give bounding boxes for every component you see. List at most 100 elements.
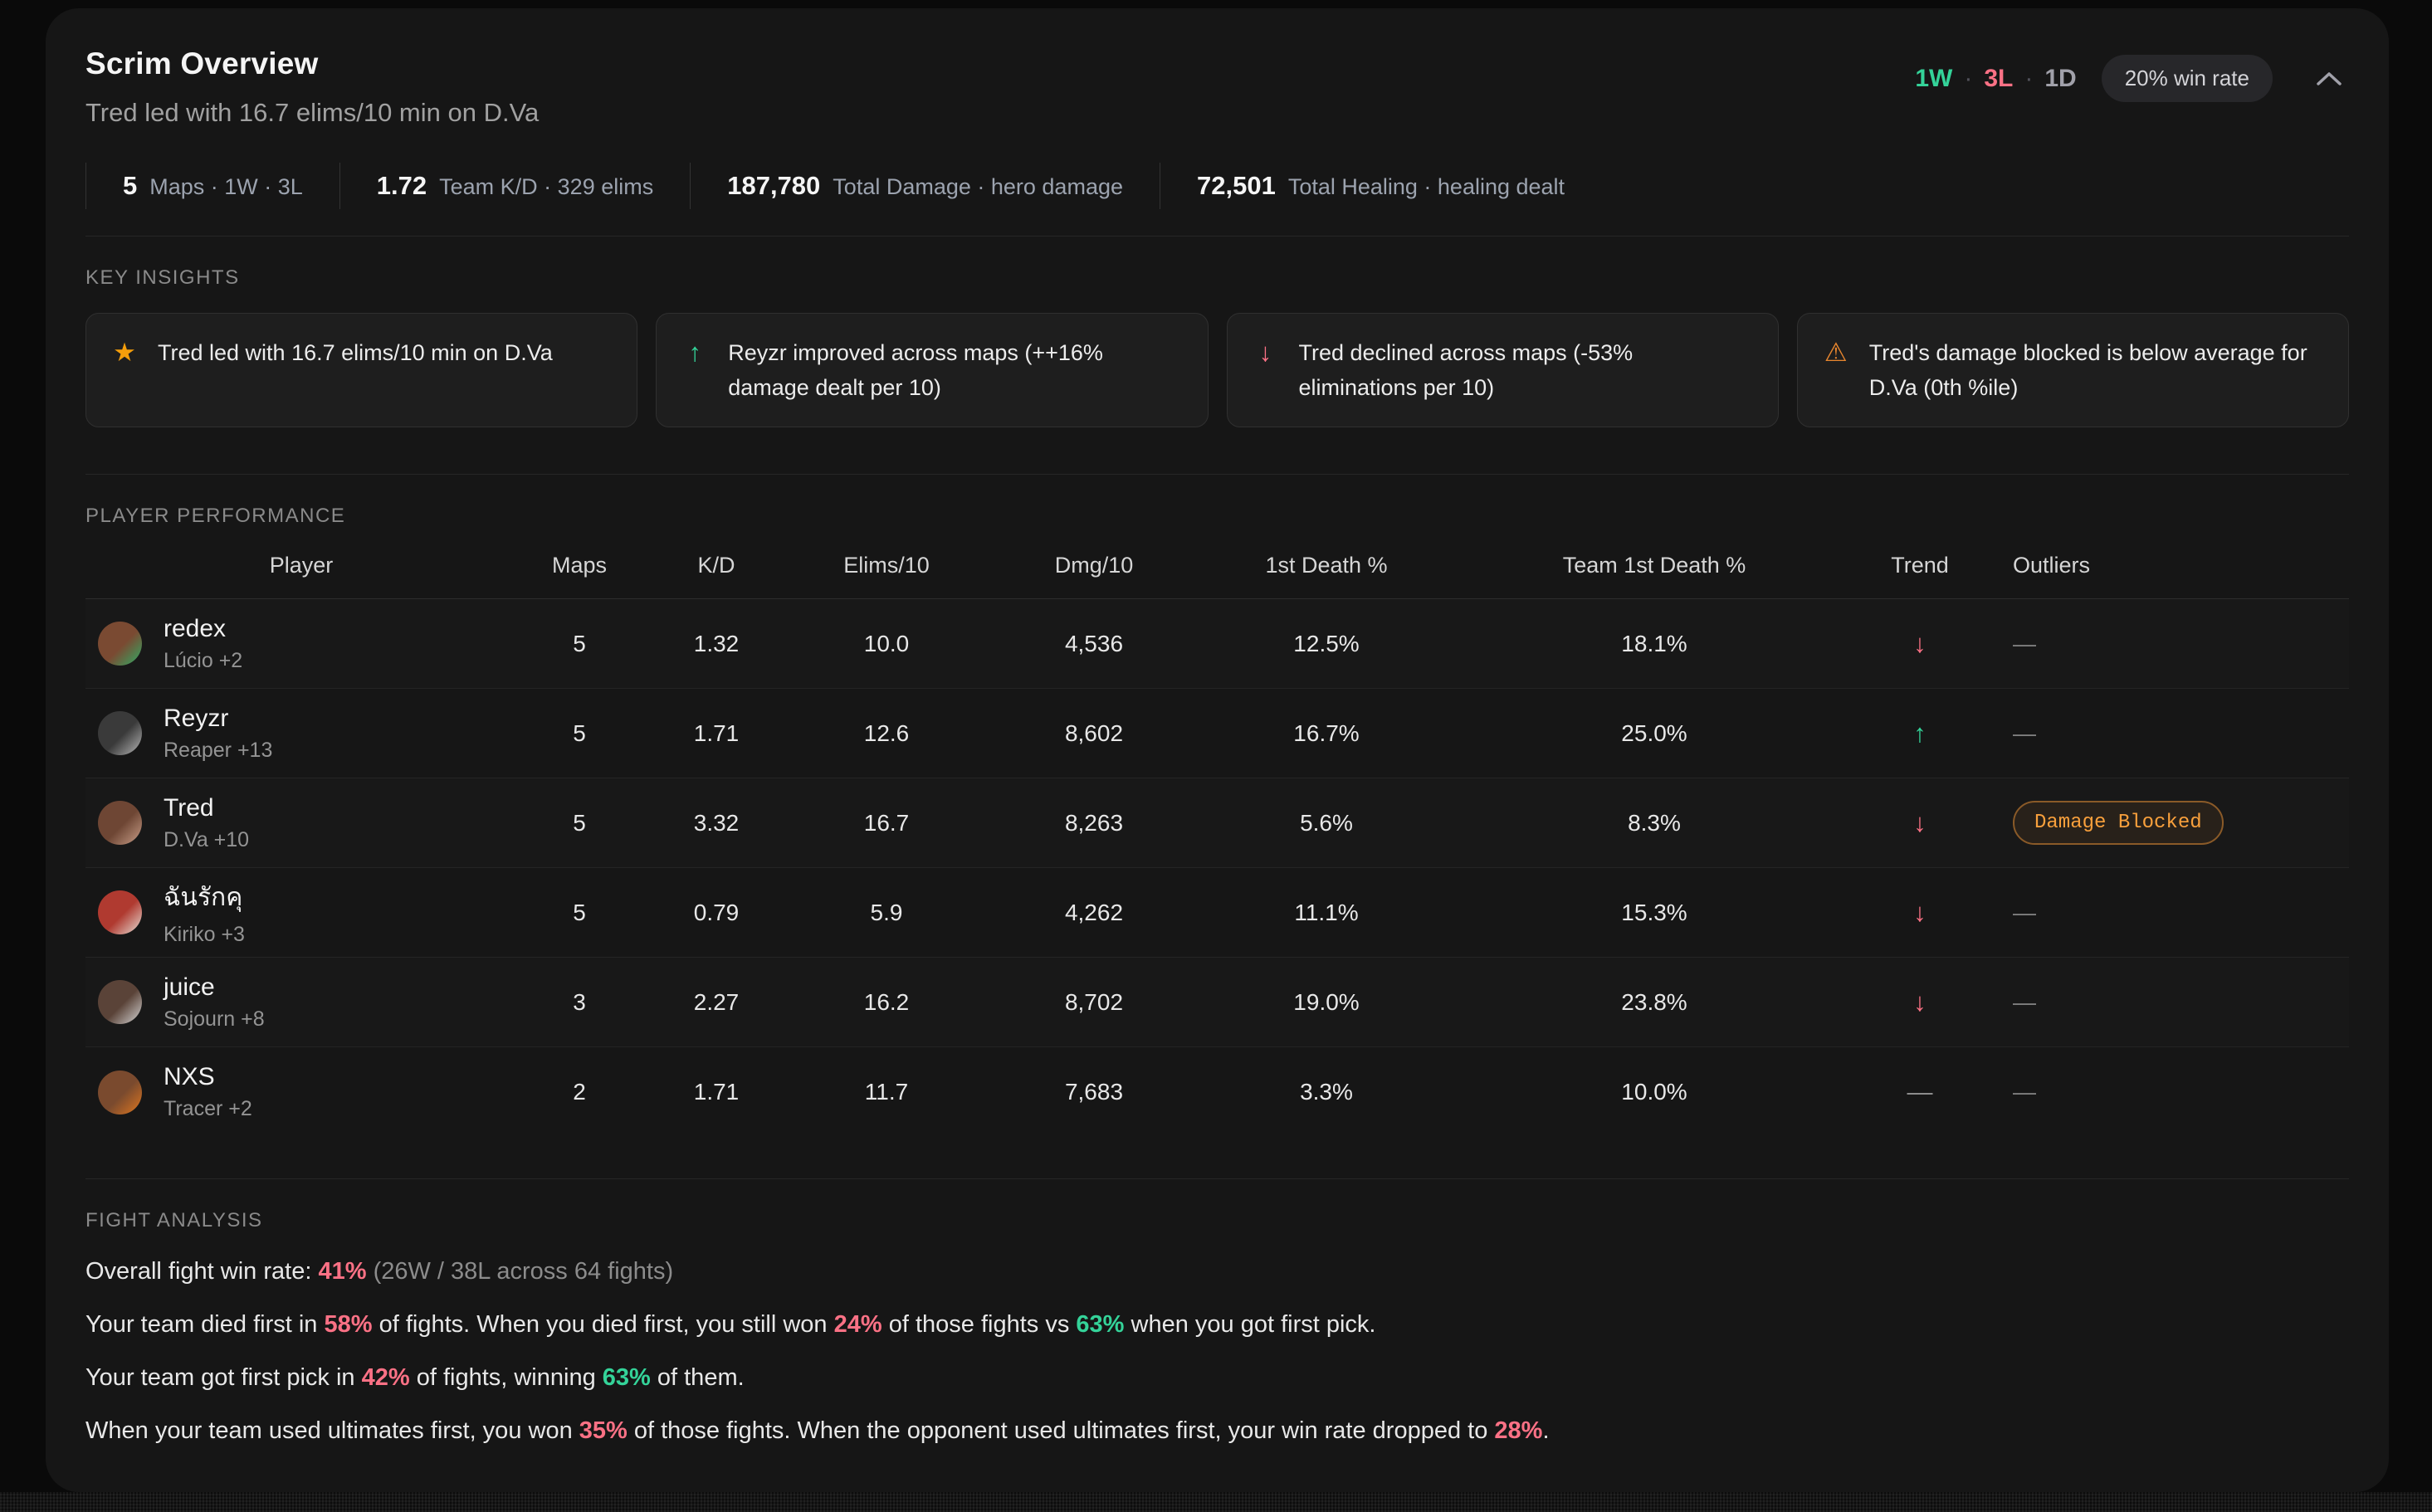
trend-arrow-icon: ↓ (1862, 808, 1978, 838)
key-insights-label: KEY INSIGHTS (85, 266, 2349, 290)
column-header: Elims/10 (791, 553, 982, 578)
stat-value: 5 (123, 171, 137, 201)
player-identity: ฉันรักคุ Kiriko +3 (164, 878, 245, 947)
player-identity: redex Lúcio +2 (164, 615, 242, 673)
dmg10-cell: 8,602 (982, 720, 1206, 747)
column-header: Team 1st Death % (1447, 553, 1862, 578)
first-death-cell: 16.7% (1206, 720, 1447, 747)
text-segment: of fights, winning (410, 1364, 603, 1391)
elims10-cell: 12.6 (791, 720, 982, 747)
bottom-texture-band (0, 1492, 2432, 1512)
column-header: Trend (1862, 553, 1978, 578)
text-segment: (26W / 38L across 64 fights) (374, 1258, 674, 1285)
empty-outlier-dash: — (2013, 631, 2036, 657)
scrim-overview-card: Scrim Overview Tred led with 16.7 elims/… (46, 8, 2389, 1492)
player-heroes: Reaper +13 (164, 739, 272, 763)
text-segment: . (1542, 1417, 1549, 1444)
text-segment: 58% (324, 1311, 372, 1338)
section-divider (85, 236, 2349, 237)
maps-cell: 3 (517, 989, 642, 1016)
stat-label: Total Damage · hero damage (833, 174, 1123, 200)
fight-analysis-label: FIGHT ANALYSIS (85, 1209, 2349, 1232)
trend-arrow-icon: — (1862, 1077, 1978, 1107)
text-segment: 41% (318, 1258, 366, 1285)
table-row[interactable]: redex Lúcio +2 5 1.32 10.0 4,536 12.5% 1… (85, 599, 2349, 689)
player-name: Tred (164, 794, 249, 822)
fight-analysis-lines: Overall fight win rate: 41% (26W / 38L a… (85, 1259, 2349, 1445)
table-row[interactable]: ฉันรักคุ Kiriko +3 5 0.79 5.9 4,262 11.1… (85, 868, 2349, 958)
empty-outlier-dash: — (2013, 720, 2036, 747)
dmg10-cell: 4,536 (982, 631, 1206, 657)
player-cell: ฉันรักคุ Kiriko +3 (85, 878, 517, 947)
trend-arrow-icon: ↓ (1862, 898, 1978, 928)
player-identity: Tred D.Va +10 (164, 794, 249, 852)
summary-stat: 187,780 Total Damage · hero damage (690, 171, 1160, 201)
elims10-cell: 5.9 (791, 900, 982, 926)
table-row[interactable]: Reyzr Reaper +13 5 1.71 12.6 8,602 16.7%… (85, 689, 2349, 778)
dmg10-cell: 4,262 (982, 900, 1206, 926)
elims10-cell: 16.7 (791, 810, 982, 836)
avatar (98, 1071, 142, 1114)
stat-label: Total Healing · healing dealt (1288, 174, 1565, 200)
arrow-up-icon: ↑ (680, 335, 710, 370)
text-segment: 35% (579, 1417, 628, 1444)
stat-label: Maps · 1W · 3L (149, 174, 303, 200)
first-death-cell: 3.3% (1206, 1079, 1447, 1105)
insight-card: ↓ Tred declined across maps (-53% elimin… (1227, 313, 1779, 427)
avatar (98, 711, 142, 755)
trend-arrow-icon: ↑ (1862, 719, 1978, 749)
trend-arrow-icon: ↓ (1862, 988, 1978, 1017)
first-death-cell: 19.0% (1206, 989, 1447, 1016)
kd-cell: 1.71 (642, 720, 791, 747)
key-insights-cards: ★ Tred led with 16.7 elims/10 min on D.V… (85, 313, 2349, 427)
player-performance-table: PlayerMapsK/DElims/10Dmg/101st Death %Te… (85, 553, 2349, 1137)
warning-icon: ⚠ (1821, 335, 1851, 370)
header-right: 1W · 3L · 1D 20% win rate (1915, 55, 2349, 102)
elims10-cell: 16.2 (791, 989, 982, 1016)
maps-cell: 5 (517, 900, 642, 926)
player-heroes: D.Va +10 (164, 828, 249, 852)
player-name: redex (164, 615, 242, 643)
table-row[interactable]: juice Sojourn +8 3 2.27 16.2 8,702 19.0%… (85, 958, 2349, 1047)
column-header: 1st Death % (1206, 553, 1447, 578)
player-cell: juice Sojourn +8 (85, 973, 517, 1032)
column-header: Player (85, 553, 517, 578)
record-separator: · (2024, 65, 2033, 93)
match-record: 1W · 3L · 1D (1915, 65, 2076, 93)
column-header: Dmg/10 (982, 553, 1206, 578)
text-segment: Overall fight win rate: (85, 1258, 318, 1285)
record-losses: 3L (1984, 65, 2013, 93)
first-death-cell: 12.5% (1206, 631, 1447, 657)
stat-value: 187,780 (727, 171, 820, 201)
team-first-death-cell: 25.0% (1447, 720, 1862, 747)
avatar (98, 801, 142, 845)
kd-cell: 0.79 (642, 900, 791, 926)
kd-cell: 1.32 (642, 631, 791, 657)
insight-text: Tred's damage blocked is below average f… (1869, 335, 2325, 405)
avatar (98, 980, 142, 1024)
kd-cell: 3.32 (642, 810, 791, 836)
maps-cell: 5 (517, 810, 642, 836)
player-heroes: Kiriko +3 (164, 923, 245, 947)
elims10-cell: 10.0 (791, 631, 982, 657)
win-rate-badge: 20% win rate (2102, 55, 2273, 102)
table-header-row: PlayerMapsK/DElims/10Dmg/101st Death %Te… (85, 553, 2349, 599)
outlier-cell: — (1978, 989, 2349, 1016)
summary-stats-row: 5 Maps · 1W · 3L 1.72 Team K/D · 329 eli… (85, 171, 2349, 201)
table-row[interactable]: NXS Tracer +2 2 1.71 11.7 7,683 3.3% 10.… (85, 1047, 2349, 1137)
team-first-death-cell: 15.3% (1447, 900, 1862, 926)
avatar (98, 622, 142, 666)
text-segment: when you got first pick. (1124, 1311, 1375, 1338)
team-first-death-cell: 10.0% (1447, 1079, 1862, 1105)
column-header: Maps (517, 553, 642, 578)
outlier-cell: — (1978, 631, 2349, 657)
record-draws: 1D (2044, 65, 2076, 93)
text-segment (367, 1258, 374, 1285)
collapse-button[interactable] (2309, 64, 2349, 94)
header-left: Scrim Overview Tred led with 16.7 elims/… (85, 46, 539, 128)
table-row[interactable]: Tred D.Va +10 5 3.32 16.7 8,263 5.6% 8.3… (85, 778, 2349, 868)
summary-stat: 72,501 Total Healing · healing dealt (1160, 171, 1601, 201)
player-identity: juice Sojourn +8 (164, 973, 265, 1032)
player-cell: Tred D.Va +10 (85, 794, 517, 852)
text-segment: 24% (834, 1311, 882, 1338)
